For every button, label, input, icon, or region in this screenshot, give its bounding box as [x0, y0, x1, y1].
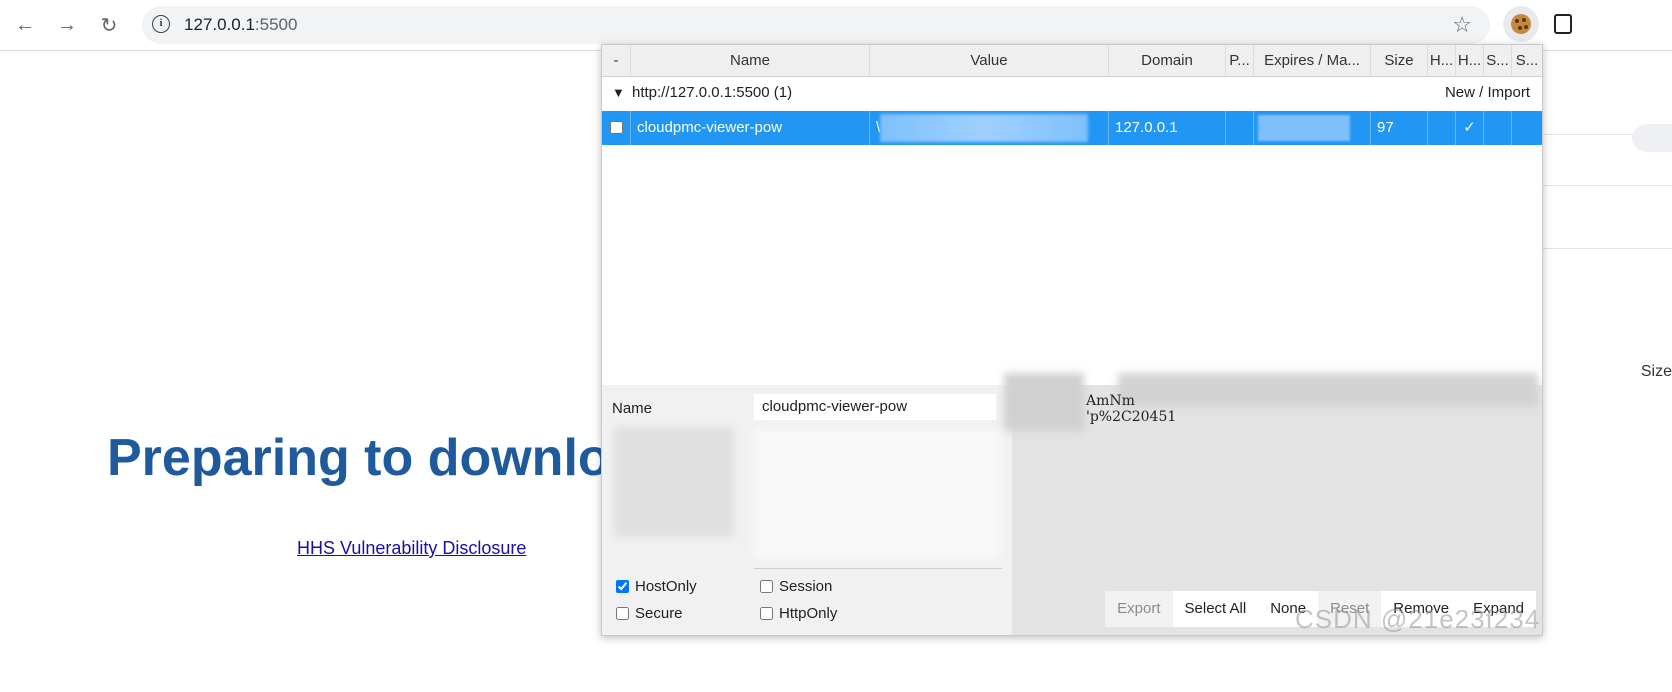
session-checkbox[interactable]: Session: [760, 578, 832, 595]
separator: [754, 568, 1002, 569]
url-text[interactable]: 127.0.0.1:5500: [184, 15, 297, 35]
hostonly-input[interactable]: [616, 580, 629, 593]
redacted-fields: [754, 429, 1002, 559]
background-size-label: Size: [1640, 363, 1672, 380]
export-button[interactable]: Export: [1105, 591, 1173, 627]
column-size[interactable]: Size: [1371, 45, 1428, 76]
hostonly-label: HostOnly: [635, 578, 697, 595]
row-expires-redacted: [1258, 115, 1350, 141]
row-domain: 127.0.0.1: [1109, 111, 1226, 145]
row-expires-cell: [1254, 111, 1371, 145]
row-httponly-check-icon: ✓: [1456, 111, 1484, 145]
url-host: 127.0.0.1: [184, 15, 255, 34]
cookie-table-header: - Name Value Domain P... Expires / Ma...…: [602, 45, 1542, 77]
value-line-2: 'p%2C20451: [1086, 409, 1177, 425]
column-name[interactable]: Name: [631, 45, 870, 76]
redacted-labels: [614, 427, 734, 537]
row-checkbox[interactable]: [610, 121, 623, 134]
site-info-icon[interactable]: i: [152, 15, 170, 33]
row-value-redacted: [880, 114, 1088, 142]
cookie-icon: [1511, 14, 1531, 34]
cookie-group-row[interactable]: ▼ http://127.0.0.1:5500 (1) New / Import: [602, 77, 1542, 110]
page-heading: Preparing to downlo: [107, 429, 610, 487]
secure-label: Secure: [635, 605, 683, 622]
url-port: :5500: [254, 15, 298, 34]
reload-icon[interactable]: ↻: [94, 10, 124, 40]
column-samesite[interactable]: S...: [1512, 45, 1542, 76]
secure-checkbox[interactable]: Secure: [616, 605, 683, 622]
address-bar[interactable]: i 127.0.0.1:5500 ☆: [142, 6, 1490, 44]
column-select[interactable]: -: [602, 45, 631, 76]
row-name: cloudpmc-viewer-pow: [631, 111, 870, 145]
column-domain[interactable]: Domain: [1109, 45, 1226, 76]
row-size: 97: [1371, 111, 1428, 145]
cookie-extension-icon[interactable]: [1503, 6, 1539, 42]
row-samesite: [1512, 111, 1542, 145]
session-input[interactable]: [760, 580, 773, 593]
value-text: AmNm 'p%2C20451: [1086, 393, 1176, 425]
redacted-value-b: [1118, 373, 1538, 407]
name-label: Name: [612, 400, 653, 417]
session-label: Session: [779, 578, 833, 595]
extension-icon[interactable]: [1554, 14, 1572, 34]
name-input[interactable]: cloudpmc-viewer-pow: [754, 394, 996, 420]
new-import-link[interactable]: New / Import: [1445, 84, 1530, 101]
row-hostonly: [1428, 111, 1456, 145]
forward-arrow-icon[interactable]: →: [52, 10, 82, 40]
back-arrow-icon[interactable]: ←: [10, 10, 40, 40]
cookie-row[interactable]: cloudpmc-viewer-pow \ 127.0.0.1 97 ✓: [602, 111, 1542, 145]
expand-triangle-icon[interactable]: ▼: [612, 85, 625, 100]
httponly-input[interactable]: [760, 607, 773, 620]
row-secure: [1484, 111, 1512, 145]
value-line-1: AmNm: [1086, 393, 1135, 409]
httponly-checkbox[interactable]: HttpOnly: [760, 605, 837, 622]
column-value[interactable]: Value: [870, 45, 1109, 76]
select-all-button[interactable]: Select All: [1172, 591, 1259, 627]
hostonly-checkbox[interactable]: HostOnly: [616, 578, 697, 595]
cookie-editor-popup: - Name Value Domain P... Expires / Ma...…: [601, 44, 1543, 636]
vulnerability-disclosure-link[interactable]: HHS Vulnerability Disclosure: [297, 538, 526, 559]
column-hostonly[interactable]: H...: [1428, 45, 1456, 76]
cookie-edit-panel: Name cloudpmc-viewer-pow AmNm 'p%2C20451…: [602, 373, 1542, 635]
bookmark-star-icon[interactable]: ☆: [1452, 12, 1472, 38]
column-path[interactable]: P...: [1226, 45, 1254, 76]
redacted-value-a: [1004, 373, 1084, 431]
column-httponly[interactable]: H...: [1456, 45, 1484, 76]
row-select-cell: [602, 111, 631, 145]
row-value-cell: \: [870, 111, 1109, 145]
httponly-label: HttpOnly: [779, 605, 838, 622]
group-title: http://127.0.0.1:5500 (1): [632, 84, 793, 101]
secure-input[interactable]: [616, 607, 629, 620]
row-path: [1226, 111, 1254, 145]
column-secure[interactable]: S...: [1484, 45, 1512, 76]
column-expires[interactable]: Expires / Ma...: [1254, 45, 1371, 76]
watermark: CSDN @21e23f234: [1295, 604, 1541, 634]
